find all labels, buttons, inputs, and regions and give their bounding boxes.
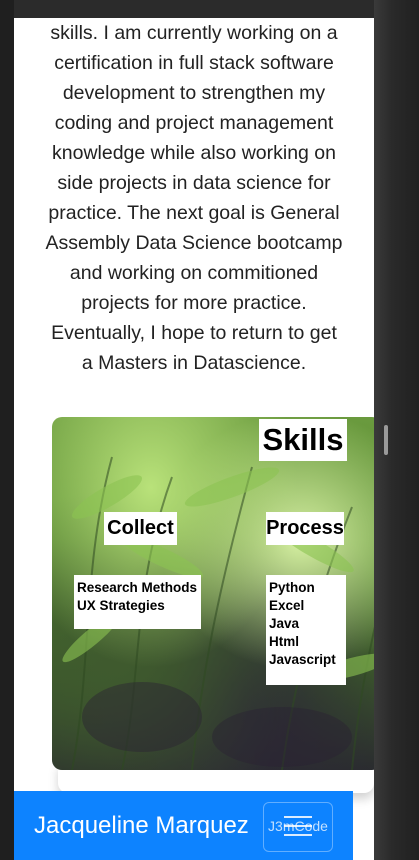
process-item: Java	[269, 616, 300, 631]
process-list: Python Excel Java Html Javascript	[266, 575, 346, 685]
process-item: Javascript	[269, 652, 336, 667]
bio-line: development to strengthen my	[62, 82, 326, 104]
toggle-overlay-text: J3mCode	[268, 818, 328, 834]
bio-line: projects for more practice.	[81, 292, 307, 314]
bio-line: Eventually, I hope to return to get	[51, 322, 337, 344]
skills-title: Skills	[259, 419, 347, 461]
page-content: skills. I am currently working on a cert…	[14, 18, 374, 860]
scroll-indicator[interactable]	[384, 425, 388, 455]
process-item: Html	[269, 634, 299, 649]
process-item: Excel	[269, 598, 305, 613]
bio-line: a Masters in Datascience.	[81, 352, 307, 374]
collect-list: Research Methods UX Strategies	[74, 575, 201, 629]
skills-image: Skills Collect Process Research Methods …	[52, 417, 374, 770]
bio-line: skills. I am currently working on a	[50, 22, 338, 44]
bio-line: certification in full stack software	[54, 52, 334, 74]
right-gutter	[374, 0, 419, 860]
collect-item: Research Methods	[77, 580, 198, 595]
bio-line: Assembly Data Science bootcamp	[45, 232, 343, 254]
menu-toggle-button[interactable]: J3mCode	[263, 802, 333, 852]
bio-line: coding and project management	[54, 112, 334, 134]
bio-line: knowledge while also working on	[52, 142, 336, 164]
bio-line: side projects in data science for	[57, 172, 331, 194]
process-item: Python	[269, 580, 315, 595]
bio-line: and working on commitioned	[69, 262, 319, 284]
top-edge	[14, 0, 374, 18]
bio-line: practice. The next goal is General	[48, 202, 340, 224]
brand-name[interactable]: Jacqueline Marquez	[34, 811, 249, 841]
collect-item: UX Strategies	[77, 598, 165, 613]
bio-paragraph: skills. I am currently working on a cert…	[24, 18, 364, 378]
collect-label: Collect	[104, 512, 177, 545]
footer-navbar: Jacqueline Marquez J3mCode	[14, 791, 353, 860]
process-label: Process	[266, 512, 344, 545]
